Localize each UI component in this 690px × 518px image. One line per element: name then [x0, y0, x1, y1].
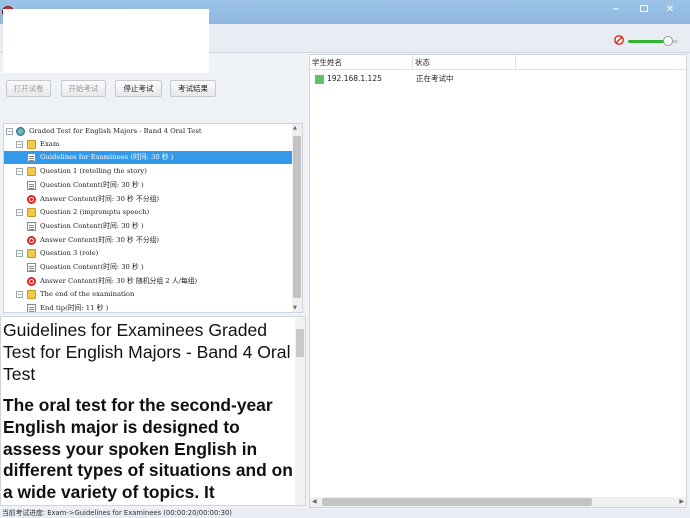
tree-node-answer-content[interactable]: Answer Content(时间: 30 秒 不分组): [4, 193, 294, 206]
tree-scrollbar[interactable]: ▲ ▼: [292, 124, 302, 312]
tree-node-answer-content[interactable]: Answer Content(时间: 30 秒 随机分组 2 人/每组): [4, 275, 294, 288]
tree-node-label: Question Content(时间: 30 秒 ): [40, 263, 144, 271]
tree-node-label: Question 1 (retelling the story): [40, 167, 147, 175]
status-indicator-icon: [315, 75, 324, 84]
tree-node-label: Answer Content(时间: 30 秒 不分组): [40, 195, 160, 203]
tree-node-exam[interactable]: − Exam: [4, 138, 294, 151]
folder-icon: [27, 249, 36, 258]
tree-node-end-tip[interactable]: End tip(时间: 11 秒 ): [4, 302, 294, 312]
column-header-status[interactable]: 状态: [413, 55, 516, 70]
folder-icon: [27, 290, 36, 299]
document-icon: [27, 222, 36, 231]
document-icon: [27, 181, 36, 190]
tree-node-question-content[interactable]: Question Content(时间: 30 秒 ): [4, 179, 294, 192]
tree-node-label: End tip(时间: 11 秒 ): [40, 304, 109, 312]
status-bar: 当前考试进度: Exam->Guidelines for Examinees (…: [0, 509, 690, 518]
collapse-icon[interactable]: −: [16, 141, 23, 148]
column-header-student-name[interactable]: 学生姓名: [310, 55, 413, 70]
globe-icon: [16, 127, 25, 136]
column-header-empty: [516, 55, 686, 70]
tree-node-label: Question 3 (role): [40, 249, 99, 257]
record-icon: [27, 277, 36, 286]
maximize-icon: [640, 5, 648, 12]
stop-exam-button[interactable]: 停止考试: [115, 80, 162, 97]
student-status: 正在考试中: [416, 74, 454, 83]
scroll-down-icon[interactable]: ▼: [293, 305, 297, 311]
tree-node-label: Question Content(时间: 30 秒 ): [40, 181, 144, 189]
document-icon: [27, 153, 36, 162]
folder-icon: [27, 167, 36, 176]
collapse-icon[interactable]: −: [6, 128, 13, 135]
preview-scrollbar[interactable]: [295, 317, 305, 505]
exam-tree: − Graded Test for English Majors - Band …: [3, 123, 303, 313]
record-icon: [27, 236, 36, 245]
tree-node-question-2[interactable]: − Question 2 (impromptu speech): [4, 206, 294, 219]
tree-node-question-content[interactable]: Question Content(时间: 30 秒 ): [4, 220, 294, 233]
tree-node-end[interactable]: − The end of the examination: [4, 288, 294, 301]
folder-icon: [27, 140, 36, 149]
maximize-button[interactable]: [634, 3, 654, 17]
open-paper-button[interactable]: 打开试卷: [6, 80, 51, 97]
tree-node-root[interactable]: − Graded Test for English Majors - Band …: [4, 125, 294, 138]
collapse-icon[interactable]: −: [16, 291, 23, 298]
content-preview: Guidelines for Examinees Graded Test for…: [0, 316, 306, 506]
tree-node-label: Answer Content(时间: 30 秒 随机分组 2 人/每组): [40, 277, 198, 285]
folder-icon: [27, 208, 36, 217]
scroll-left-icon[interactable]: ◀: [312, 498, 317, 505]
tree-scrollbar-thumb[interactable]: [293, 136, 301, 298]
start-exam-button[interactable]: 开始考试: [61, 80, 106, 97]
minimize-button[interactable]: −: [606, 3, 626, 17]
preview-body: The oral test for the second-year Englis…: [3, 395, 293, 503]
document-icon: [27, 304, 36, 312]
preview-scrollbar-thumb[interactable]: [296, 329, 304, 357]
student-ip: 192.168.1.125: [327, 74, 382, 83]
student-list-panel: 学生姓名 状态 192.168.1.125 正在考试中 ◀ ▶: [309, 54, 687, 508]
tree-node-question-content[interactable]: Question Content(时间: 30 秒 ): [4, 261, 294, 274]
volume-slider-thumb[interactable]: [663, 36, 673, 46]
scroll-right-icon[interactable]: ▶: [679, 498, 684, 505]
student-list-hscrollbar[interactable]: ◀ ▶: [310, 497, 686, 507]
scroll-up-icon[interactable]: ▲: [293, 125, 297, 131]
mute-icon[interactable]: [614, 35, 624, 45]
tree-node-label: Answer Content(时间: 30 秒 不分组): [40, 236, 160, 244]
tree-node-label: Exam: [40, 140, 60, 148]
collapse-icon[interactable]: −: [16, 209, 23, 216]
hscrollbar-thumb[interactable]: [322, 498, 592, 506]
tree-node-label: The end of the examination: [40, 290, 135, 298]
tree-node-guidelines[interactable]: Guidelines for Examinees (时间: 30 秒 ): [4, 151, 294, 164]
collapse-icon[interactable]: −: [16, 250, 23, 257]
tree-node-answer-content[interactable]: Answer Content(时间: 30 秒 不分组): [4, 234, 294, 247]
left-panel: 打开试卷 开始考试 停止考试 考试结果 − Graded Test for En…: [0, 54, 306, 508]
record-icon: [27, 195, 36, 204]
preview-title: Guidelines for Examinees Graded Test for…: [3, 320, 291, 384]
tree-node-label: Guidelines for Examinees (时间: 30 秒 ): [40, 153, 174, 161]
exam-result-button[interactable]: 考试结果: [170, 80, 216, 97]
tree-node-label: Question 2 (impromptu speech): [40, 208, 150, 216]
close-button[interactable]: ✕: [660, 3, 680, 17]
tree-node-label: Graded Test for English Majors - Band 4 …: [29, 127, 202, 135]
collapse-icon[interactable]: −: [16, 168, 23, 175]
tree-node-question-1[interactable]: − Question 1 (retelling the story): [4, 165, 294, 178]
tree-node-question-3[interactable]: − Question 3 (role): [4, 247, 294, 260]
tree-node-label: Question Content(时间: 30 秒 ): [40, 222, 144, 230]
table-row[interactable]: 192.168.1.125 正在考试中: [310, 72, 686, 86]
document-icon: [27, 263, 36, 272]
exam-app-window: − ✕ 打开试卷 开始考试 停止考试 考试结果 − Graded Test fo…: [0, 0, 690, 518]
